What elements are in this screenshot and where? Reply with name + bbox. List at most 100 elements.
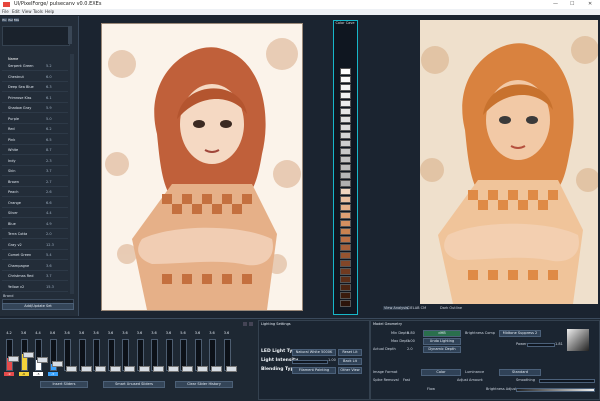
color-cave-swatch[interactable]: [340, 220, 351, 227]
color-slider[interactable]: 3.6 -6: [18, 331, 34, 381]
color-cave-swatch[interactable]: [340, 76, 351, 83]
color-slider[interactable]: 5.6: [177, 331, 193, 381]
menu-help[interactable]: Help: [45, 9, 54, 15]
color-slider[interactable]: 3.6: [76, 331, 92, 381]
other-view-button[interactable]: Other View: [338, 367, 362, 374]
color-cave-swatch[interactable]: [340, 124, 351, 131]
dynamic-depth-button[interactable]: Dynamic Depth: [423, 346, 461, 353]
color-cave-swatch[interactable]: [340, 196, 351, 203]
color-cave-swatch[interactable]: [340, 148, 351, 155]
palette-row[interactable]: Primrose Kiss 6.1: [2, 95, 68, 103]
slider-track[interactable]: [35, 339, 48, 371]
menu-edit[interactable]: Edit: [12, 9, 20, 15]
color-cave-swatch[interactable]: [340, 284, 351, 291]
insert-sliders-button[interactable]: Insert Sliders: [40, 381, 88, 388]
palette-row[interactable]: Skin 3.7: [2, 168, 68, 176]
color-cave-swatch[interactable]: [340, 180, 351, 187]
color-cave-swatch[interactable]: [340, 172, 351, 179]
spike-removal-value[interactable]: Fast: [403, 378, 410, 382]
slider-knob[interactable]: [225, 366, 237, 372]
color-slider[interactable]: 3.6: [61, 331, 77, 381]
slider-track[interactable]: [223, 339, 237, 372]
color-cave-swatch[interactable]: [340, 244, 351, 251]
minimize-icon[interactable]: —: [553, 0, 558, 9]
color-slider[interactable]: 3.6: [105, 331, 121, 381]
smoothing-slider[interactable]: [539, 379, 595, 383]
depth-green-button[interactable]: dHB: [423, 330, 461, 337]
color-slider[interactable]: 3.6: [90, 331, 106, 381]
color-cave-stack[interactable]: [333, 20, 356, 313]
undo-lighting-button[interactable]: Undo Lighting: [423, 338, 461, 345]
palette-scrollbar[interactable]: [68, 26, 72, 44]
color-cave-swatch[interactable]: [340, 276, 351, 283]
color-cave-swatch[interactable]: [340, 84, 351, 91]
list-scrollbar[interactable]: [70, 54, 74, 294]
tab-pic[interactable]: Pic: [2, 18, 7, 22]
palette-row[interactable]: Brown 2.7: [2, 179, 68, 187]
palette-row[interactable]: Gray v2 12.3: [2, 242, 68, 250]
slider-track[interactable]: [122, 339, 135, 372]
sliders-settings-icon[interactable]: [243, 322, 247, 326]
menu-tools[interactable]: Tools: [33, 9, 43, 15]
color-slider[interactable]: 4.2 -9: [3, 331, 19, 381]
color-cave-swatch[interactable]: [340, 268, 351, 275]
tab-mix[interactable]: Mix: [14, 18, 19, 22]
slider-track[interactable]: [194, 339, 208, 372]
color-slider[interactable]: 3.6: [206, 331, 222, 381]
back-lit-button[interactable]: Back Lit: [338, 358, 362, 365]
color-cave-swatch[interactable]: [340, 252, 351, 259]
slider-track[interactable]: [180, 339, 193, 372]
maximize-icon[interactable]: ☐: [570, 0, 574, 9]
color-slider[interactable]: 3.6: [192, 331, 208, 381]
reset-lit-button[interactable]: Reset Lit: [338, 349, 362, 356]
add-update-set-button[interactable]: Add/Update Set: [2, 303, 74, 310]
min-depth-value[interactable]: 0.80: [407, 331, 415, 335]
actual-depth-value[interactable]: 2.0: [407, 347, 413, 351]
color-cave-swatch[interactable]: [340, 140, 351, 147]
max-depth-value[interactable]: 1.00: [407, 339, 415, 343]
sliders-close-icon[interactable]: [249, 322, 253, 326]
dark-outline-toggle[interactable]: Dark Outline: [440, 306, 462, 310]
palette-row[interactable]: White 8.7: [2, 147, 68, 155]
color-cave-swatch[interactable]: [340, 212, 351, 219]
intensity-slider[interactable]: [292, 360, 328, 364]
palette-row[interactable]: Silver 4.4: [2, 210, 68, 218]
slider-track[interactable]: [165, 339, 179, 372]
color-cave-swatch[interactable]: [340, 116, 351, 123]
menu-view[interactable]: View: [22, 9, 32, 15]
color-cave-swatch[interactable]: [340, 132, 351, 139]
slider-track[interactable]: [151, 339, 164, 372]
power-slider[interactable]: [527, 343, 555, 347]
palette-row[interactable]: Christmas Red 3.7: [2, 273, 68, 281]
brightness-adjust-slider[interactable]: [516, 388, 595, 392]
color-slider[interactable]: 3.6: [221, 331, 237, 381]
palette-row[interactable]: Peach 2.6: [2, 189, 68, 197]
view-analysis-button[interactable]: View Analysis: [383, 306, 409, 310]
color-cave-swatch[interactable]: [340, 260, 351, 267]
slider-track[interactable]: [107, 339, 121, 372]
palette-row[interactable]: Pink 6.5: [2, 137, 68, 145]
slider-track[interactable]: [64, 339, 77, 372]
color-cave-swatch[interactable]: [340, 292, 351, 299]
palette-row[interactable]: Terra Cotta 2.0: [2, 231, 68, 239]
blending-type-select[interactable]: Filament Painting: [292, 367, 336, 374]
slider-track[interactable]: [136, 339, 150, 372]
palette-row[interactable]: Blue 4.9: [2, 221, 68, 229]
color-slider[interactable]: 4.4 -5: [32, 331, 48, 381]
color-cave-swatch[interactable]: [340, 108, 351, 115]
slider-track[interactable]: [209, 339, 222, 372]
slider-track[interactable]: [78, 339, 92, 372]
smart-unused-sliders-button[interactable]: Smart Unused Sliders: [103, 381, 165, 388]
color-cave-swatch[interactable]: [340, 300, 351, 307]
palette-row[interactable]: Shadow Gray 5.9: [2, 105, 68, 113]
palette-row[interactable]: Champagne 3.6: [2, 263, 68, 271]
color-slider[interactable]: 0.6 -3: [47, 331, 63, 381]
cielab-toggle[interactable]: CIELAB CM: [407, 306, 426, 310]
color-slider[interactable]: 3.6: [119, 331, 135, 381]
color-slider[interactable]: 3.6: [148, 331, 164, 381]
color-cave-swatch[interactable]: [340, 188, 351, 195]
color-cave-swatch[interactable]: [340, 100, 351, 107]
color-cave-swatch[interactable]: [340, 164, 351, 171]
color-cave-swatch[interactable]: [340, 204, 351, 211]
palette-row[interactable]: Orange 6.6: [2, 200, 68, 208]
